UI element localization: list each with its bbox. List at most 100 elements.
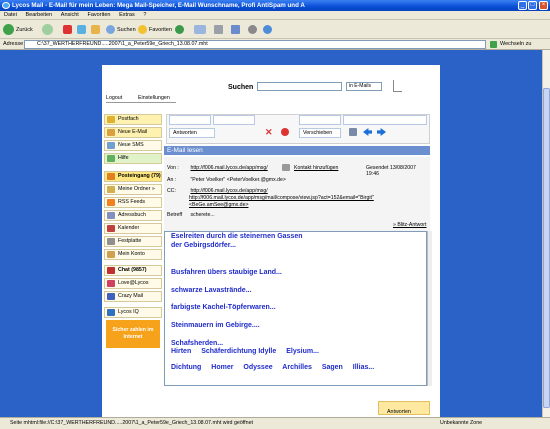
search-scope-select[interactable]: in E-Mails [346, 82, 382, 91]
search-button[interactable]: Suchen [106, 23, 136, 36]
sidebar-item-crazy-mail[interactable]: Crazy Mail [104, 291, 162, 302]
from-value[interactable]: http://f006.mail.lycos.de/app/msg/ [190, 165, 267, 171]
add-contact-icon[interactable] [282, 164, 290, 171]
quick-reply-link[interactable]: » Blitz-Antwort [393, 222, 426, 228]
home-button[interactable] [91, 23, 102, 36]
refresh-button[interactable] [77, 23, 88, 36]
menu-datei[interactable]: Datei [4, 12, 17, 18]
discuss-button[interactable] [248, 23, 259, 36]
add-contact-link[interactable]: Kontakt hinzufügen [294, 165, 338, 171]
history-button[interactable] [175, 23, 186, 36]
section-title: E-Mail lesen [164, 146, 430, 155]
menu-bearbeiten[interactable]: Bearbeiten [26, 12, 53, 18]
mail-icon [194, 25, 206, 34]
body-word: Archilles [282, 364, 312, 371]
body-line: Schafsherden... [171, 340, 224, 347]
status-bar: Seite mhtml:file://C:\37_WERTHERFREUND..… [0, 417, 550, 429]
print-mail-icon[interactable] [349, 128, 357, 136]
body-word: Hirten [171, 348, 192, 355]
zone-text: Unbekannte Zone [440, 420, 483, 426]
cc-value[interactable]: http://f006.mail.lycos.de/app/msg/ [190, 188, 267, 194]
menu-bar: Datei Bearbeiten Ansicht Favoriten Extra… [0, 11, 550, 20]
sidebar-item-disk[interactable]: Festplatte [104, 236, 162, 247]
logout-link[interactable]: Logout [106, 95, 122, 101]
go-button[interactable]: Wechseln zu [500, 39, 531, 50]
tab-right[interactable] [299, 115, 341, 125]
go-arrow-icon[interactable] [490, 41, 497, 48]
sidebar-item-love[interactable]: Love@Lycos [104, 278, 162, 289]
page-scrollbar[interactable] [542, 50, 550, 417]
tab-left[interactable] [169, 115, 211, 125]
messenger-icon [263, 25, 272, 34]
menu-help[interactable]: ? [143, 12, 146, 18]
cc-value-compose-link[interactable]: http://f006.mail.lycos.de/app/msg/mail/c… [189, 195, 374, 201]
promo-banner[interactable]: Sicher zahlen im Internet [106, 320, 160, 348]
body-line: farbigste Kachel-Töpferwaren... [171, 304, 276, 311]
chat-icon [107, 267, 115, 274]
new-mail-icon [107, 129, 115, 136]
address-book-icon [107, 212, 115, 219]
cc-value-email[interactable]: <BeGe.amSee@gmx.de> [189, 202, 248, 208]
search-icon [106, 25, 115, 34]
menu-ansicht[interactable]: Ansicht [61, 12, 79, 18]
menu-extras[interactable]: Extras [119, 12, 135, 18]
print-icon [214, 25, 223, 34]
edit-button[interactable] [231, 23, 242, 36]
body-word: Elysium... [286, 348, 319, 355]
reply-button-bottom[interactable]: Antworten [378, 401, 430, 415]
tab-middle[interactable] [213, 115, 255, 125]
sidebar-item-chat[interactable]: Chat (9857) [104, 265, 162, 276]
mail-toolbar: Antworten ✕ Verschieben [166, 114, 430, 144]
sidebar-item-new-email[interactable]: Neue E-Mail [104, 127, 162, 138]
forward-button[interactable] [42, 23, 55, 36]
back-arrow-icon [3, 24, 14, 35]
print-button[interactable] [214, 23, 225, 36]
previous-arrow-icon[interactable] [363, 128, 372, 136]
sidebar-item-account[interactable]: Mein Konto [104, 249, 162, 260]
spam-icon[interactable] [281, 128, 289, 136]
search-input[interactable] [257, 82, 342, 91]
sidebar-item-my-folders[interactable]: Meine Ordner » [104, 184, 162, 195]
subject-label: Betreff [167, 212, 183, 218]
settings-link[interactable]: Einstellungen [138, 95, 170, 101]
love-icon [107, 280, 115, 287]
folder-icon [107, 186, 115, 193]
stop-button[interactable] [63, 23, 74, 36]
minimize-button[interactable]: _ [518, 1, 527, 10]
forward-arrow-icon [42, 24, 53, 35]
sidebar-item-postfach[interactable]: Postfach [104, 114, 162, 125]
tab-far-right[interactable] [343, 115, 427, 125]
calendar-icon [107, 225, 115, 232]
sidebar-item-help[interactable]: Hilfe [104, 153, 162, 164]
menu-favoriten[interactable]: Favoriten [88, 12, 111, 18]
move-button[interactable]: Verschieben [299, 128, 341, 138]
body-word: Sagen [321, 364, 343, 371]
sidebar-nav: Postfach Neue E-Mail Neue SMS Hilfe Post… [104, 114, 162, 354]
favorites-button[interactable]: Favoriten [138, 23, 172, 36]
maximize-button[interactable]: □ [528, 1, 537, 10]
sidebar-item-address-book[interactable]: Adressbuch [104, 210, 162, 221]
address-bar: Adresse C:\37_WERTHERFREUND.....2007\1_a… [0, 39, 550, 50]
scrollbar-thumb[interactable] [543, 88, 550, 408]
to-value: "Peter Voelker" <PeterVoelker.@gmx.de> [190, 177, 286, 183]
search-go-button[interactable] [393, 80, 402, 92]
sidebar-item-rss[interactable]: RSS Feeds [104, 197, 162, 208]
messenger-button[interactable] [263, 23, 274, 36]
home-icon [91, 25, 100, 34]
address-input[interactable]: C:\37_WERTHERFREUND.....2007\1_a_Peter59… [24, 40, 486, 49]
sidebar-item-new-sms[interactable]: Neue SMS [104, 140, 162, 151]
mail-button[interactable] [194, 23, 208, 36]
sidebar-item-lycos-iq[interactable]: Lycos IQ [104, 307, 162, 318]
close-button[interactable]: × [539, 1, 548, 10]
sidebar-item-inbox[interactable]: Posteingang (79) [104, 171, 162, 182]
mail-body-scrollbar[interactable] [427, 231, 432, 386]
body-word: Odyssee [243, 364, 273, 371]
delete-icon[interactable]: ✕ [265, 128, 273, 137]
next-arrow-icon[interactable] [377, 128, 386, 136]
reply-button[interactable]: Antworten [169, 128, 215, 138]
back-button[interactable]: Zurück [3, 23, 33, 36]
window-titlebar: Lycos Mail - E-Mail für mein Leben: Mega… [0, 0, 550, 11]
body-line: der Gebirgsdörfer... [171, 242, 236, 249]
crazy-mail-icon [107, 293, 115, 300]
sidebar-item-calendar[interactable]: Kalender [104, 223, 162, 234]
